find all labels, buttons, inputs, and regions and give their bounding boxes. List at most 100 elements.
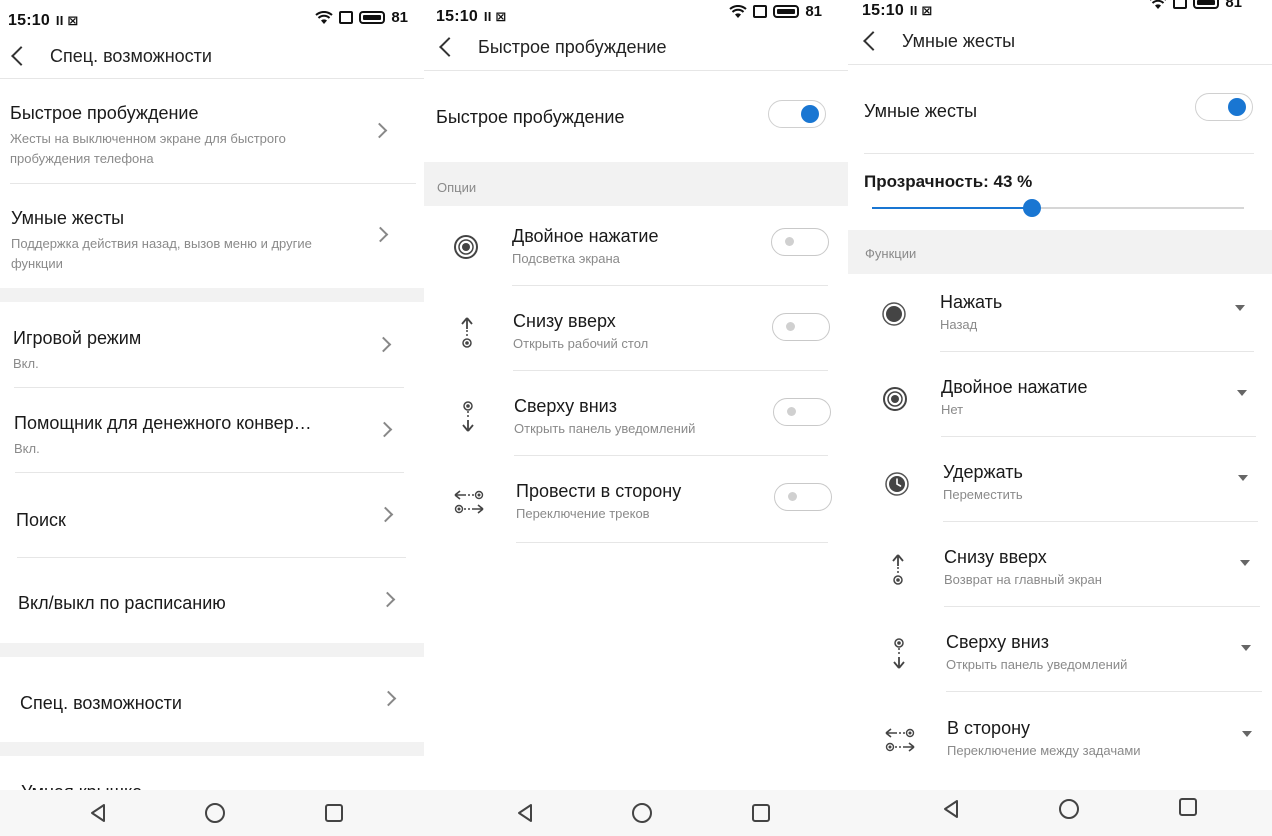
- nav-recents-icon[interactable]: [746, 800, 776, 826]
- screen-accessibility: 15:10 II ⊠ 81 Спец. возможности Быстрое п…: [0, 0, 424, 836]
- back-arrow-icon[interactable]: [439, 37, 459, 57]
- header: Быстрое пробуждение: [424, 27, 848, 67]
- dropdown-arrow-icon[interactable]: [1241, 645, 1251, 651]
- list-item-accessibility[interactable]: Спец. возможности: [20, 693, 360, 714]
- item-title: Умные жесты: [11, 208, 125, 228]
- swipe-up-toggle[interactable]: [772, 313, 830, 341]
- toggle-knob: [1228, 98, 1246, 116]
- nav-home-icon[interactable]: [1054, 796, 1084, 822]
- header: Спец. возможности: [0, 36, 424, 76]
- chevron-right-icon: [375, 336, 392, 353]
- wifi-icon: [315, 10, 333, 24]
- function-swipe-side[interactable]: В сторону Переключение между задачами: [947, 718, 1141, 761]
- swipe-side-toggle[interactable]: [774, 483, 832, 511]
- option-swipe-down[interactable]: Сверху вниз Открыть панель уведомлений: [514, 396, 695, 439]
- rotation-lock-icon: [339, 11, 354, 24]
- smart-gestures-toggle[interactable]: [1195, 93, 1253, 121]
- navigation-bar: [0, 790, 424, 836]
- hold-icon: [880, 467, 914, 501]
- function-title: Нажать: [940, 292, 1003, 312]
- swipe-down-icon: [882, 637, 916, 671]
- list-item-smart-gestures[interactable]: Умные жесты Поддержка действия назад, вы…: [11, 208, 371, 274]
- back-arrow-icon[interactable]: [11, 46, 31, 66]
- nav-back-icon[interactable]: [936, 796, 966, 822]
- toggle-knob: [786, 322, 795, 331]
- nav-home-icon[interactable]: [627, 800, 657, 826]
- dropdown-arrow-icon[interactable]: [1238, 475, 1248, 481]
- system-icons: 81: [1149, 0, 1242, 11]
- divider: [0, 78, 424, 79]
- option-swipe-up[interactable]: Снизу вверх Открыть рабочий стол: [513, 311, 648, 354]
- list-item-game-mode[interactable]: Игровой режим Вкл.: [13, 328, 373, 374]
- nav-back-icon[interactable]: [83, 800, 113, 826]
- item-title: Помощник для денежного конвер…: [14, 413, 312, 433]
- nav-back-icon[interactable]: [510, 800, 540, 826]
- function-title: Сверху вниз: [946, 632, 1049, 652]
- list-item-quick-wakeup[interactable]: Быстрое пробуждение Жесты на выключенном…: [10, 103, 370, 169]
- nav-recents-icon[interactable]: [319, 800, 349, 826]
- divider: [848, 64, 1272, 65]
- status-time: 15:10 II ⊠: [436, 8, 507, 25]
- toggle-knob: [785, 237, 794, 246]
- divider: [514, 455, 828, 456]
- dropdown-arrow-icon[interactable]: [1242, 731, 1252, 737]
- swipe-down-toggle[interactable]: [773, 398, 831, 426]
- swipe-up-icon: [881, 552, 915, 586]
- nav-home-icon[interactable]: [200, 800, 230, 826]
- function-tap[interactable]: Нажать Назад: [940, 292, 1002, 335]
- function-subtitle: Нет: [941, 402, 964, 417]
- transparency-label: Прозрачность: 43 %: [864, 172, 1033, 191]
- back-arrow-icon[interactable]: [863, 31, 883, 51]
- status-extra: II ⊠: [483, 9, 507, 24]
- item-title: Спец. возможности: [20, 693, 182, 713]
- option-subtitle: Открыть панель уведомлений: [514, 421, 696, 436]
- swipe-up-icon: [450, 315, 484, 349]
- option-title: Двойное нажатие: [512, 226, 659, 246]
- section-header: [424, 162, 848, 206]
- divider: [943, 521, 1258, 522]
- battery-level: 81: [391, 9, 408, 26]
- nav-recents-icon[interactable]: [1173, 794, 1203, 820]
- divider: [17, 557, 406, 558]
- page-title: Спец. возможности: [50, 45, 212, 66]
- divider: [946, 691, 1262, 692]
- status-bar: 15:10 II ⊠ 81: [0, 0, 424, 36]
- status-extra: II ⊠: [909, 3, 933, 18]
- option-title: Сверху вниз: [514, 396, 617, 416]
- dropdown-arrow-icon[interactable]: [1240, 560, 1250, 566]
- swipe-down-icon: [451, 400, 485, 434]
- rotation-lock-icon: [1173, 0, 1188, 9]
- dropdown-arrow-icon[interactable]: [1235, 305, 1245, 311]
- chevron-right-icon: [380, 690, 397, 707]
- status-time: 15:10 II ⊠: [862, 2, 933, 19]
- function-title: Двойное нажатие: [941, 377, 1088, 397]
- chevron-right-icon: [376, 421, 393, 438]
- section-gap: [0, 643, 424, 657]
- function-hold[interactable]: Удержать Переместить: [943, 462, 1023, 505]
- double-tap-toggle[interactable]: [771, 228, 829, 256]
- quick-wakeup-toggle[interactable]: [768, 100, 826, 128]
- function-swipe-down[interactable]: Сверху вниз Открыть панель уведомлений: [946, 632, 1127, 675]
- screen-quick-wakeup: 15:10 II ⊠ 81 Быстрое пробуждение Быстрое…: [424, 0, 848, 836]
- item-title: Игровой режим: [13, 328, 142, 348]
- function-subtitle: Переключение между задачами: [947, 743, 1141, 758]
- slider-thumb[interactable]: [1023, 199, 1041, 217]
- option-double-tap[interactable]: Двойное нажатие Подсветка экрана: [512, 226, 659, 269]
- main-toggle-label: Умные жесты: [864, 101, 978, 121]
- navigation-bar: [424, 790, 848, 836]
- list-item-search[interactable]: Поиск: [16, 510, 356, 531]
- function-subtitle: Открыть панель уведомлений: [946, 657, 1128, 672]
- transparency-slider[interactable]: [872, 198, 1244, 218]
- transparency-row: Прозрачность: 43 %: [864, 172, 1032, 192]
- dropdown-arrow-icon[interactable]: [1237, 390, 1247, 396]
- swipe-side-icon: [883, 723, 917, 757]
- function-swipe-up[interactable]: Снизу вверх Возврат на главный экран: [944, 547, 1102, 590]
- function-double-tap[interactable]: Двойное нажатие Нет: [941, 377, 1088, 420]
- header: Умные жесты: [848, 21, 1272, 61]
- navigation-bar: [848, 790, 1272, 836]
- list-item-currency-helper[interactable]: Помощник для денежного конвер… Вкл.: [14, 413, 354, 459]
- option-swipe-side[interactable]: Провести в сторону Переключение треков: [516, 481, 681, 524]
- divider: [14, 387, 404, 388]
- item-subtitle: Жесты на выключенном экране для быстрого…: [10, 131, 286, 166]
- list-item-schedule[interactable]: Вкл/выкл по расписанию: [18, 593, 358, 614]
